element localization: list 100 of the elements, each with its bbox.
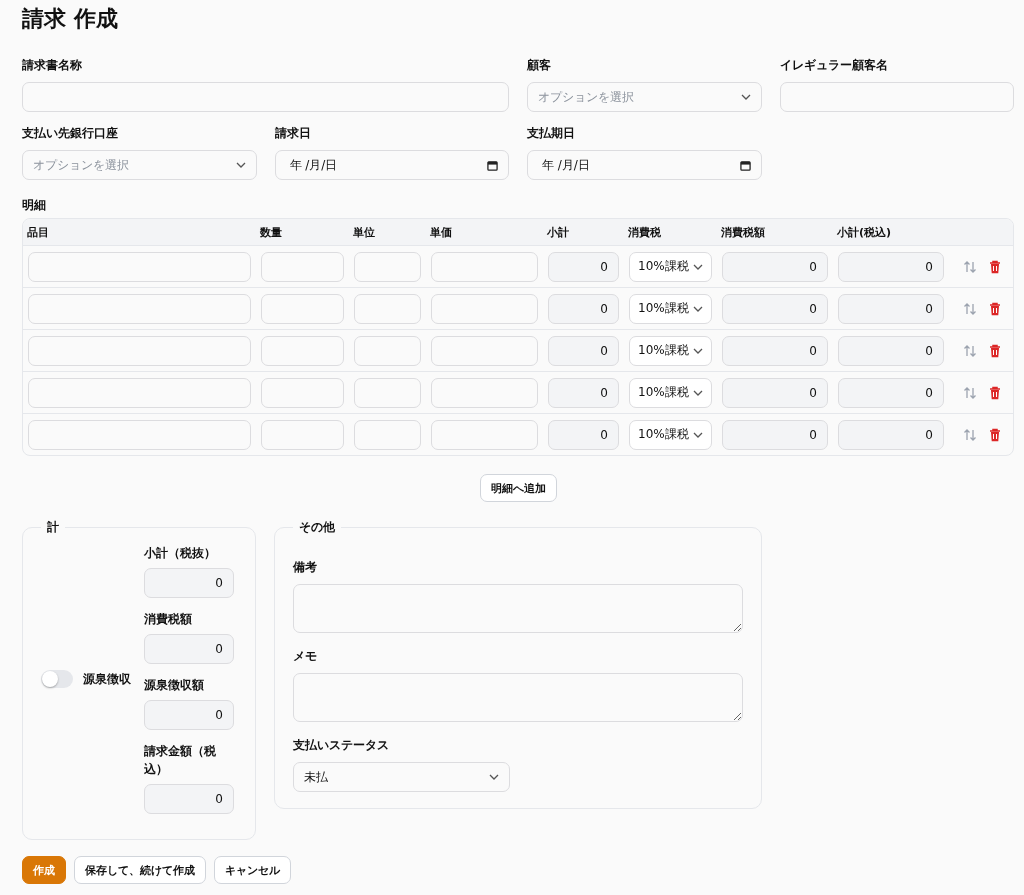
field-label: メモ (293, 648, 318, 665)
tax-select[interactable]: 10%課税 (629, 335, 712, 366)
tax-amount-field[interactable]: 0 (722, 377, 828, 408)
field-label: 支払いステータス (293, 737, 390, 754)
trash-icon[interactable] (989, 343, 1001, 358)
chevron-down-icon (740, 94, 751, 100)
text-area[interactable] (293, 584, 743, 633)
column-header: 数量 (260, 225, 282, 239)
chevron-down-icon (693, 305, 703, 312)
text-field[interactable] (779, 82, 1014, 112)
field-label: 請求金額（税込） (143, 743, 217, 778)
quantity-field[interactable] (261, 335, 344, 366)
tax-select[interactable]: 10%課税 (629, 377, 712, 408)
subtotal-field[interactable]: 0 (548, 377, 619, 408)
reorder-arrows-icon[interactable] (963, 427, 977, 442)
trash-icon[interactable] (989, 385, 1001, 400)
field-label: 支払期日 (527, 125, 576, 142)
chevron-down-icon (693, 263, 703, 270)
subtotal-field[interactable]: 0 (548, 251, 619, 282)
chevron-down-icon (489, 774, 499, 780)
reorder-arrows-icon[interactable] (963, 259, 977, 274)
item-field[interactable] (28, 377, 251, 408)
field-label: 支払い先銀行口座 (22, 125, 119, 142)
unit-price-field[interactable] (431, 251, 538, 282)
trash-icon[interactable] (989, 301, 1001, 316)
column-header: 単位 (353, 225, 375, 239)
field-label: 顧客 (527, 57, 552, 74)
text-field[interactable] (22, 82, 509, 112)
select-field[interactable]: 未払 (293, 762, 510, 792)
text-area[interactable] (293, 673, 743, 722)
field-label: 源泉徴収額 (143, 677, 205, 694)
quantity-field[interactable] (261, 377, 344, 408)
subtotal-field[interactable]: 0 (548, 419, 619, 450)
column-header: 消費税 (628, 225, 661, 239)
chevron-down-icon (235, 162, 246, 168)
unit-field[interactable] (354, 419, 421, 450)
section-label: 明細 (22, 197, 47, 214)
add-line-button[interactable]: 明細へ追加 (479, 474, 557, 502)
column-header: 消費税額 (721, 225, 765, 239)
tax-amount-field[interactable]: 0 (722, 419, 828, 450)
date-field[interactable]: 年 /月/日 (274, 150, 509, 180)
field-label: 備考 (293, 559, 318, 576)
unit-price-field[interactable] (431, 419, 538, 450)
reorder-arrows-icon[interactable] (963, 343, 977, 358)
subtotal-field[interactable]: 0 (548, 293, 619, 324)
amount-field[interactable]: 0 (143, 568, 234, 598)
unit-field[interactable] (354, 293, 421, 324)
action-button[interactable]: 保存して、続けて作成 (74, 856, 206, 884)
item-field[interactable] (28, 251, 251, 282)
tax-amount-field[interactable]: 0 (722, 251, 828, 282)
total-field[interactable]: 0 (838, 251, 944, 282)
tax-select[interactable]: 10%課税 (629, 251, 712, 282)
field-label: 請求書名称 (22, 57, 83, 74)
chevron-down-icon (693, 431, 703, 438)
item-field[interactable] (28, 335, 251, 366)
unit-field[interactable] (354, 251, 421, 282)
field-label: イレギュラー顧客名 (779, 57, 889, 74)
field-label: 小計（税抜） (143, 545, 217, 562)
unit-price-field[interactable] (431, 377, 538, 408)
unit-field[interactable] (354, 335, 421, 366)
amount-field[interactable]: 0 (143, 700, 234, 730)
item-field[interactable] (28, 293, 251, 324)
chevron-down-icon (693, 389, 703, 396)
panel-legend: 計 (41, 518, 65, 536)
chevron-down-icon (693, 347, 703, 354)
toggle-label: 源泉徴収 (83, 671, 131, 688)
unit-price-field[interactable] (431, 293, 538, 324)
tax-select[interactable]: 10%課税 (629, 293, 712, 324)
quantity-field[interactable] (261, 251, 344, 282)
unit-field[interactable] (354, 377, 421, 408)
quantity-field[interactable] (261, 293, 344, 324)
toggle-switch[interactable] (41, 670, 73, 688)
reorder-arrows-icon[interactable] (963, 301, 977, 316)
amount-field[interactable]: 0 (143, 634, 234, 664)
subtotal-field[interactable]: 0 (548, 335, 619, 366)
field-label: 消費税額 (143, 611, 193, 628)
tax-select[interactable]: 10%課税 (629, 419, 712, 450)
total-field[interactable]: 0 (838, 335, 944, 366)
action-button[interactable]: キャンセル (214, 856, 291, 884)
total-field[interactable]: 0 (838, 377, 944, 408)
calendar-icon (739, 159, 751, 171)
column-header: 単価 (430, 225, 452, 239)
panel-legend: その他 (293, 518, 341, 536)
trash-icon[interactable] (989, 259, 1001, 274)
column-header: 小計(税込) (837, 225, 892, 239)
trash-icon[interactable] (989, 427, 1001, 442)
column-header: 品目 (27, 225, 49, 239)
quantity-field[interactable] (261, 419, 344, 450)
page-title: 請求 作成 (22, 5, 119, 33)
total-field[interactable]: 0 (838, 293, 944, 324)
calendar-icon (487, 159, 498, 171)
tax-amount-field[interactable]: 0 (722, 293, 828, 324)
amount-field[interactable]: 0 (143, 784, 234, 814)
column-header: 小計 (547, 225, 569, 239)
tax-amount-field[interactable]: 0 (722, 335, 828, 366)
unit-price-field[interactable] (431, 335, 538, 366)
item-field[interactable] (28, 419, 251, 450)
reorder-arrows-icon[interactable] (963, 385, 977, 400)
total-field[interactable]: 0 (838, 419, 944, 450)
date-field[interactable]: 年 /月/日 (527, 150, 762, 180)
